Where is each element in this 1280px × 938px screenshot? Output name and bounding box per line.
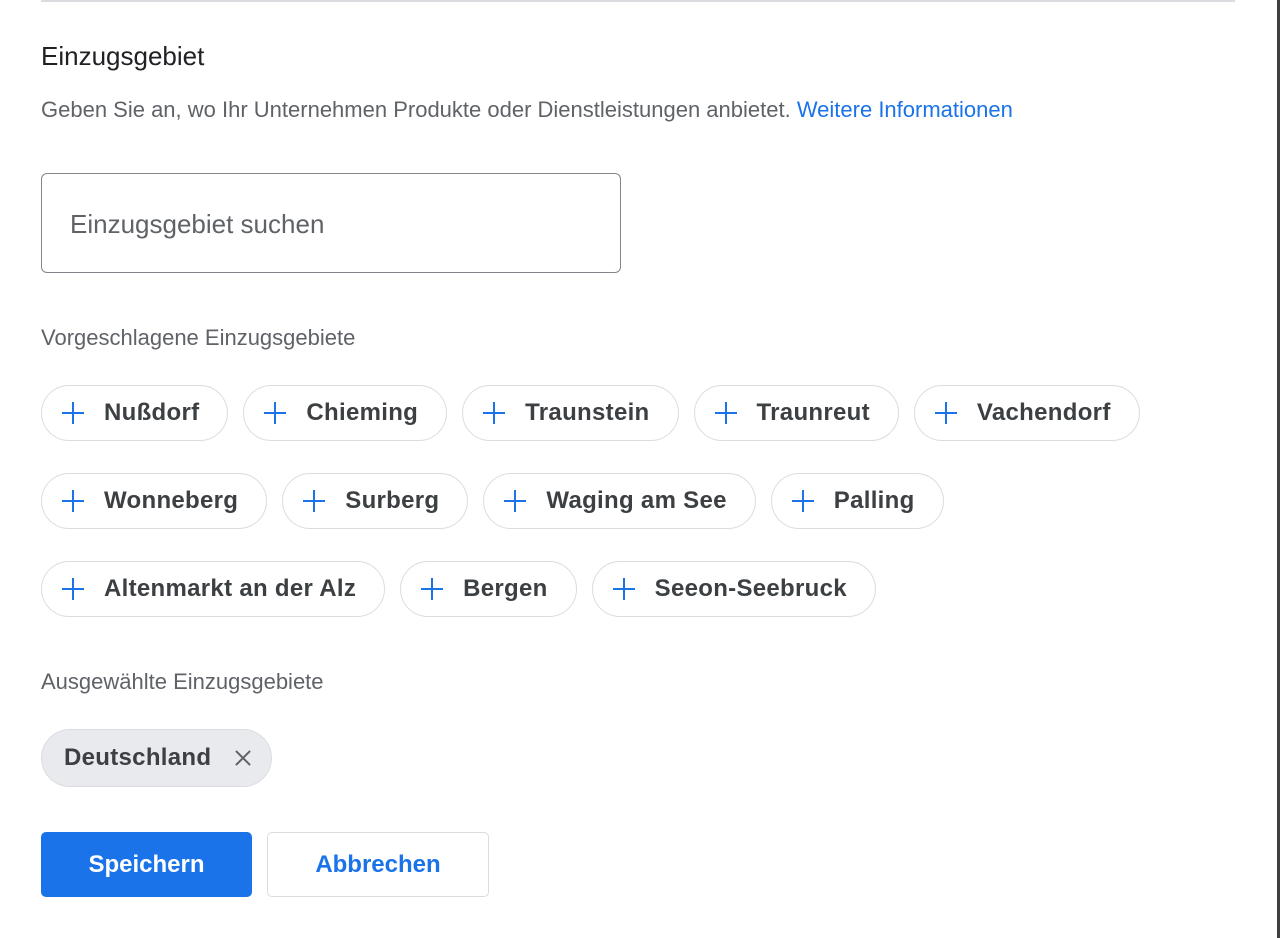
chip-label: Palling xyxy=(833,487,915,514)
suggested-chip-seeon-seebruck[interactable]: Seeon-Seebruck xyxy=(591,561,876,617)
chip-label: Surberg xyxy=(345,487,440,514)
plus-icon xyxy=(264,402,287,424)
chip-label: Vachendorf xyxy=(976,399,1111,426)
service-area-page: Einzugsgebiet Geben Sie an, wo Ihr Unter… xyxy=(0,0,1280,938)
close-icon[interactable] xyxy=(231,746,255,770)
suggested-chip-traunreut[interactable]: Traunreut xyxy=(693,385,899,441)
chip-label: Wonneberg xyxy=(104,487,239,514)
suggested-chip-surberg[interactable]: Surberg xyxy=(282,473,469,529)
plus-icon xyxy=(504,490,527,512)
suggested-chip-altenmarkt-an-der-alz[interactable]: Altenmarkt an der Alz xyxy=(41,561,386,617)
suggested-chip-vachendorf[interactable]: Vachendorf xyxy=(913,385,1140,441)
selected-chip-deutschland: Deutschland xyxy=(41,729,273,787)
plus-icon xyxy=(421,578,444,600)
suggested-label: Vorgeschlagene Einzugsgebiete xyxy=(41,325,356,350)
suggested-chip-waging-am-see[interactable]: Waging am See xyxy=(483,473,756,529)
chip-label: Waging am See xyxy=(546,487,727,514)
search-input[interactable] xyxy=(70,204,590,244)
suggested-chips-row-3: Altenmarkt an der Alz Bergen Seeon-Seebr… xyxy=(41,561,876,617)
chip-label: Altenmarkt an der Alz xyxy=(104,575,357,602)
plus-icon xyxy=(62,578,84,600)
chip-label: Chieming xyxy=(306,399,419,426)
suggested-chip-chieming[interactable]: Chieming xyxy=(243,385,448,441)
search-field[interactable] xyxy=(41,173,621,273)
save-button[interactable]: Speichern xyxy=(41,832,252,897)
suggested-chips-row-2: Wonneberg Surberg Waging am See Palling xyxy=(41,473,944,529)
plus-icon xyxy=(62,402,84,424)
learn-more-link[interactable]: Weitere Informationen xyxy=(797,97,1013,122)
description-text: Geben Sie an, wo Ihr Unternehmen Produkt… xyxy=(41,97,791,122)
suggested-chip-wonneberg[interactable]: Wonneberg xyxy=(41,473,268,529)
plus-icon xyxy=(483,402,506,424)
chip-label: Nußdorf xyxy=(104,399,200,426)
plus-icon xyxy=(791,490,814,512)
cancel-button[interactable]: Abbrechen xyxy=(267,832,489,897)
chip-label: Seeon-Seebruck xyxy=(654,575,847,602)
chip-label: Traunreut xyxy=(756,399,870,426)
section-title: Einzugsgebiet xyxy=(41,41,205,71)
plus-icon xyxy=(303,490,326,512)
section-description: Geben Sie an, wo Ihr Unternehmen Produkt… xyxy=(41,95,1013,125)
suggested-chips-row-1: Nußdorf Chieming Traunstein Traunreut Va… xyxy=(41,385,1140,441)
suggested-chip-traunstein[interactable]: Traunstein xyxy=(462,385,679,441)
chip-label: Bergen xyxy=(463,575,548,602)
plus-icon xyxy=(934,402,957,424)
plus-icon xyxy=(62,490,84,512)
top-divider xyxy=(41,0,1235,2)
suggested-chip-palling[interactable]: Palling xyxy=(770,473,944,529)
selected-chip-label: Deutschland xyxy=(64,744,212,771)
suggested-chip-bergen[interactable]: Bergen xyxy=(400,561,577,617)
plus-icon xyxy=(714,402,737,424)
suggested-chip-nussdorf[interactable]: Nußdorf xyxy=(41,385,229,441)
plus-icon xyxy=(612,578,635,600)
selected-label: Ausgewählte Einzugsgebiete xyxy=(41,669,324,694)
chip-label: Traunstein xyxy=(525,399,650,426)
